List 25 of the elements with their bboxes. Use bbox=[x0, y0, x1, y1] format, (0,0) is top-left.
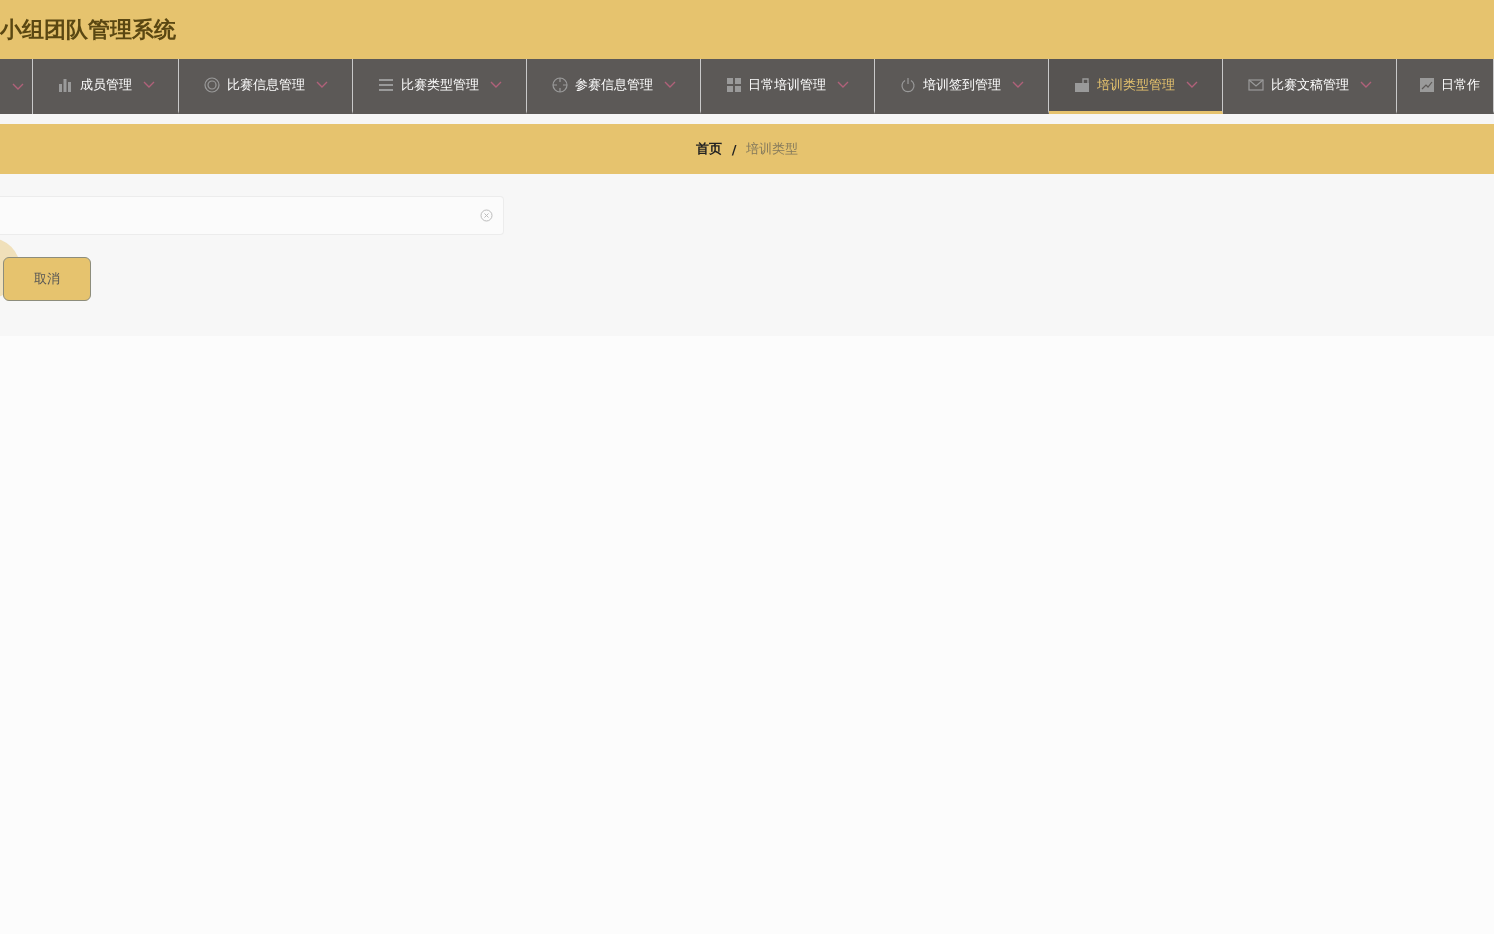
chevron-icon bbox=[1011, 81, 1024, 89]
grid-icon bbox=[726, 78, 741, 92]
input-field[interactable] bbox=[0, 196, 504, 235]
chart-icon bbox=[1420, 78, 1434, 92]
nav-tab[interactable]: 培训类型管理 bbox=[1049, 59, 1223, 114]
power-icon bbox=[899, 77, 916, 93]
clear-icon[interactable] bbox=[480, 209, 493, 222]
chevron-icon bbox=[836, 81, 849, 89]
bar-chart-icon bbox=[56, 78, 73, 92]
chevron-icon[interactable] bbox=[12, 82, 24, 91]
chevron-icon bbox=[489, 81, 502, 89]
cancel-button[interactable]: 取消 bbox=[3, 257, 91, 301]
ring-icon bbox=[203, 77, 220, 93]
chevron-icon bbox=[142, 81, 155, 89]
chevron-icon bbox=[315, 81, 328, 89]
briefcase-icon bbox=[1073, 78, 1090, 92]
chevron-icon bbox=[1185, 81, 1198, 89]
envelope-icon bbox=[1247, 79, 1264, 91]
list-icon bbox=[377, 78, 394, 92]
breadcrumb-link[interactable]: 首页 bbox=[695, 140, 722, 158]
breadcrumb-separator: / bbox=[731, 141, 737, 157]
chevron-icon bbox=[1359, 81, 1372, 89]
crosshair-icon bbox=[551, 77, 568, 93]
chevron-icon bbox=[663, 81, 676, 89]
app-title: 小组团队管理系统 bbox=[0, 15, 176, 44]
